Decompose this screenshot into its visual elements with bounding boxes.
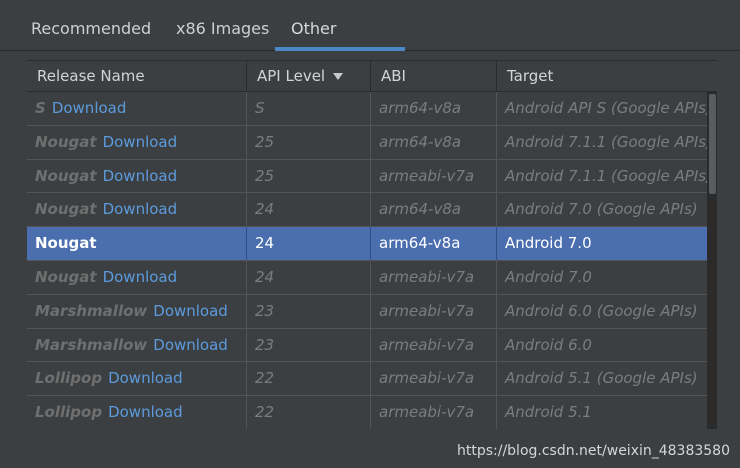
cell-release-name: Nougat xyxy=(27,227,247,261)
scrollbar-thumb[interactable] xyxy=(709,94,716,194)
table-header: Release Name API Level ABI Target xyxy=(27,61,717,92)
release-name: Lollipop xyxy=(35,369,103,388)
cell-target: Android 7.0 xyxy=(505,268,592,286)
cell-api-level: S xyxy=(247,92,371,125)
column-header-release-name[interactable]: Release Name xyxy=(27,61,247,91)
table-row[interactable]: Marshmallow Download 23 armeabi-v7a Android … xyxy=(27,328,717,363)
cell-abi: armeabi-v7a xyxy=(371,261,497,294)
release-name: Marshmallow xyxy=(35,335,148,354)
download-link[interactable]: Download xyxy=(103,268,178,286)
cell-target: Android 7.1.1 (Google APIs) xyxy=(505,166,707,185)
cell-release-name: Nougat Download xyxy=(27,125,247,159)
release-name: Nougat xyxy=(35,132,97,151)
table-row[interactable]: Marshmallow Download 23 armeabi-v7a Android … xyxy=(27,294,717,329)
vertical-scrollbar[interactable] xyxy=(707,92,717,429)
release-name: S xyxy=(35,99,46,117)
table-row[interactable]: Nougat Download 24 arm64-v8a Android 7.0 (Go… xyxy=(27,193,717,228)
tab-other-images[interactable]: Other Images xyxy=(275,0,405,96)
cell-api-level: 24 xyxy=(247,227,371,261)
cell-target: Android 7.0 (Google APIs) xyxy=(505,200,698,219)
cell-api-level: 22 xyxy=(247,396,371,429)
cell-abi: armeabi-v7a xyxy=(371,362,497,396)
download-link[interactable]: Download xyxy=(103,167,178,185)
cell-api-level: 25 xyxy=(247,159,371,193)
cell-abi: arm64-v8a xyxy=(371,193,497,227)
cell-api-level: 23 xyxy=(247,294,371,328)
cell-target: Android 7.1.1 (Google APIs) xyxy=(505,132,707,151)
cell-target: Android 5.1 xyxy=(505,403,592,422)
release-name: Nougat xyxy=(35,234,97,253)
cell-release-name: Marshmallow Download xyxy=(27,328,247,362)
cell-release-name: Marshmallow Download xyxy=(27,294,247,328)
cell-target: Android 6.0 xyxy=(505,335,592,354)
watermark-text: https://blog.csdn.net/weixin_48383580 xyxy=(456,443,730,459)
cell-target: Android API S (Google APIs) xyxy=(505,99,707,117)
cell-abi: arm64-v8a xyxy=(371,227,497,261)
release-name: Marshmallow xyxy=(35,301,148,320)
cell-release-name: Nougat Download xyxy=(27,193,247,227)
tab-bar: Recommended x86 Images Other Images xyxy=(0,0,740,96)
system-images-table: Release Name API Level ABI Target S Downl… xyxy=(27,60,717,429)
cell-api-level: 22 xyxy=(247,362,371,396)
release-name: Lollipop xyxy=(35,403,103,422)
column-header-api-level-label: API Level xyxy=(257,67,326,85)
release-name: Nougat xyxy=(35,268,97,286)
cell-api-level: 23 xyxy=(247,328,371,362)
download-link[interactable]: Download xyxy=(153,336,228,354)
cell-release-name: Nougat Download xyxy=(27,261,247,294)
cell-target: Android 6.0 (Google APIs) xyxy=(505,301,698,320)
column-header-api-level[interactable]: API Level xyxy=(247,61,371,91)
cell-abi: arm64-v8a xyxy=(371,125,497,159)
table-row[interactable]: Lollipop Download 22 armeabi-v7a Android 5.1 xyxy=(27,396,717,429)
sort-descending-icon xyxy=(333,73,344,80)
table-row[interactable]: Nougat 24 arm64-v8a Android 7.0 xyxy=(27,227,717,261)
table-row[interactable]: S Download Sarm64-v8a Android API S (Google… xyxy=(27,92,717,126)
column-header-target[interactable]: Target xyxy=(497,61,717,91)
cell-target: Android 5.1 (Google APIs) xyxy=(505,369,698,388)
download-link[interactable]: Download xyxy=(108,403,183,421)
release-name: Nougat xyxy=(35,166,97,185)
cell-release-name: Nougat Download xyxy=(27,159,247,193)
cell-api-level: 24 xyxy=(247,193,371,227)
download-link[interactable]: Download xyxy=(108,369,183,387)
cell-abi: armeabi-v7a xyxy=(371,328,497,362)
download-link[interactable]: Download xyxy=(153,302,228,320)
release-name: Nougat xyxy=(35,200,97,219)
table-row[interactable]: Nougat Download 25 armeabi-v7a Android 7.1.1… xyxy=(27,159,717,194)
download-link[interactable]: Download xyxy=(103,200,178,218)
cell-release-name: Lollipop Download xyxy=(27,362,247,396)
download-link[interactable]: Download xyxy=(52,99,127,117)
cell-release-name: Lollipop Download xyxy=(27,396,247,429)
table-row[interactable]: Lollipop Download 22 armeabi-v7a Android 5.1… xyxy=(27,362,717,397)
table-row[interactable]: Nougat Download 25 arm64-v8a Android 7.1.1 (… xyxy=(27,125,717,160)
cell-abi: armeabi-v7a xyxy=(371,294,497,328)
cell-abi: arm64-v8a xyxy=(371,92,497,125)
cell-abi: armeabi-v7a xyxy=(371,159,497,193)
cell-abi: armeabi-v7a xyxy=(371,396,497,429)
cell-api-level: 25 xyxy=(247,125,371,159)
download-link[interactable]: Download xyxy=(103,133,178,151)
tab-recommended[interactable]: Recommended xyxy=(31,0,151,50)
cell-api-level: 24 xyxy=(247,261,371,294)
cell-target: Android 7.0 xyxy=(505,234,592,253)
tab-x86-images[interactable]: x86 Images xyxy=(176,0,269,50)
column-header-abi[interactable]: ABI xyxy=(371,61,497,91)
cell-release-name: S Download xyxy=(27,92,247,125)
table-row[interactable]: Nougat Download 24 armeabi-v7a Android 7.0 xyxy=(27,261,717,295)
